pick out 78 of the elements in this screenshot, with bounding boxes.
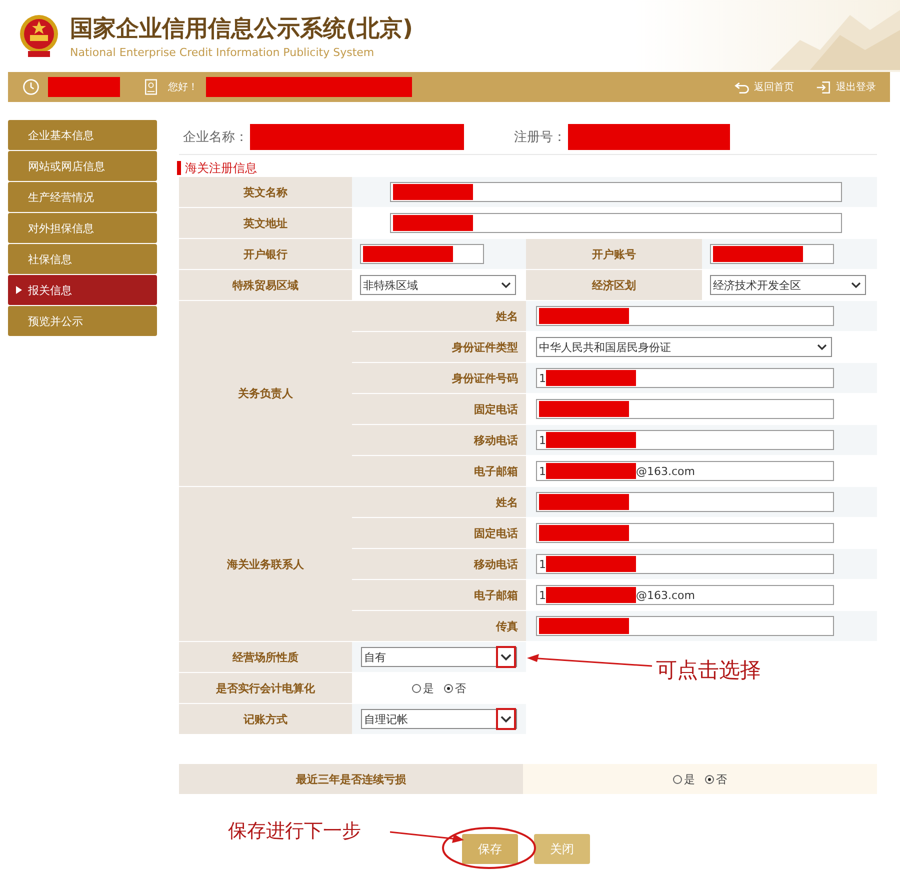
radio-option[interactable]: 否 xyxy=(705,772,727,786)
field-label: 英文名称 xyxy=(179,177,352,207)
field-label: 开户银行 xyxy=(179,239,352,269)
site-subtitle: National Enterprise Credit Information Publicity System xyxy=(70,46,376,59)
field-label: 电子邮箱 xyxy=(352,456,526,486)
input-field[interactable]: 1 @163.com xyxy=(536,585,834,605)
input-field[interactable] xyxy=(536,306,834,326)
group-label: 海关业务联系人 xyxy=(179,487,352,641)
select-field[interactable]: 中华人民共和国居民身份证 xyxy=(536,337,832,357)
input-field[interactable] xyxy=(390,213,842,233)
input-field[interactable]: 1 xyxy=(536,430,834,450)
sidebar-item[interactable]: 预览并公示 xyxy=(8,306,157,336)
input-field[interactable] xyxy=(390,182,842,202)
sidebar-item[interactable]: 社保信息 xyxy=(8,244,157,274)
sidebar-item[interactable]: 报关信息 xyxy=(8,275,157,305)
input-field[interactable] xyxy=(536,492,834,512)
input-field[interactable] xyxy=(536,399,834,419)
field-label: 最近三年是否连续亏损 xyxy=(179,764,523,794)
input-field[interactable]: 1 @163.com xyxy=(536,461,834,481)
field-label: 是否实行会计电算化 xyxy=(179,673,352,703)
select-field[interactable]: 自有 xyxy=(361,647,517,667)
user-card-icon xyxy=(142,78,160,96)
company-name-label: 企业名称： xyxy=(183,129,248,146)
select-field[interactable]: 非特殊区域 xyxy=(360,275,516,295)
redaction-bar xyxy=(48,77,120,97)
field-label: 特殊贸易区域 xyxy=(179,270,352,300)
select-field[interactable]: 经济技术开发全区 xyxy=(710,275,866,295)
exit-icon xyxy=(816,80,832,94)
field-label: 移动电话 xyxy=(352,549,526,579)
sidebar-item[interactable]: 企业基本信息 xyxy=(8,120,157,150)
field-label: 英文地址 xyxy=(179,208,352,238)
triangle-icon xyxy=(16,286,22,294)
input-field[interactable] xyxy=(360,244,484,264)
sidebar-item[interactable]: 网站或网店信息 xyxy=(8,151,157,181)
field-label: 身份证件类型 xyxy=(352,332,526,362)
return-arrow-icon xyxy=(734,80,750,94)
sidebar-item[interactable]: 对外担保信息 xyxy=(8,213,157,243)
field-value: @163.com xyxy=(636,588,695,602)
field-label: 姓名 xyxy=(352,301,526,331)
input-field[interactable] xyxy=(710,244,834,264)
field-value: 1 xyxy=(539,372,546,384)
input-field[interactable] xyxy=(536,523,834,543)
annotation-text: 保存进行下一步 xyxy=(228,819,361,844)
field-label: 电子邮箱 xyxy=(352,580,526,610)
select-field[interactable]: 自理记帐 xyxy=(361,709,517,729)
field-label: 传真 xyxy=(352,611,526,641)
sidebar-item[interactable]: 生产经营情况 xyxy=(8,182,157,212)
input-field[interactable] xyxy=(536,616,834,636)
select-value: 自有 xyxy=(364,650,386,664)
select-value: 自理记帐 xyxy=(364,712,408,726)
input-field[interactable]: 1 xyxy=(536,554,834,574)
group-label: 关务负责人 xyxy=(179,301,352,486)
field-label: 固定电话 xyxy=(352,518,526,548)
clock-icon xyxy=(22,78,40,96)
field-value: 1 xyxy=(539,464,546,478)
field-label: 固定电话 xyxy=(352,394,526,424)
field-value: @163.com xyxy=(636,464,695,478)
select-value: 经济技术开发全区 xyxy=(713,278,801,292)
field-label: 经济区划 xyxy=(526,270,702,300)
select-value: 非特殊区域 xyxy=(363,278,418,292)
radio-option[interactable]: 是 xyxy=(673,772,695,786)
field-label: 移动电话 xyxy=(352,425,526,455)
radio-option[interactable]: 是 xyxy=(412,680,434,696)
field-value: 1 xyxy=(539,588,546,602)
field-label: 姓名 xyxy=(352,487,526,517)
greeting-text: 您好！ xyxy=(168,81,198,94)
field-label: 记账方式 xyxy=(179,704,352,734)
field-label: 身份证件号码 xyxy=(352,363,526,393)
field-label: 经营场所性质 xyxy=(179,642,352,672)
registration-label: 注册号： xyxy=(514,129,566,146)
field-value: 1 xyxy=(539,434,546,446)
annotation-text: 可点击选择 xyxy=(656,657,761,684)
select-value: 中华人民共和国居民身份证 xyxy=(539,340,671,354)
field-label: 开户账号 xyxy=(526,239,702,269)
input-field[interactable]: 1 xyxy=(536,368,834,388)
radio-option[interactable]: 否 xyxy=(444,680,466,696)
field-value: 1 xyxy=(539,558,546,570)
site-title: 国家企业信用信息公示系统(北京) xyxy=(70,15,414,44)
